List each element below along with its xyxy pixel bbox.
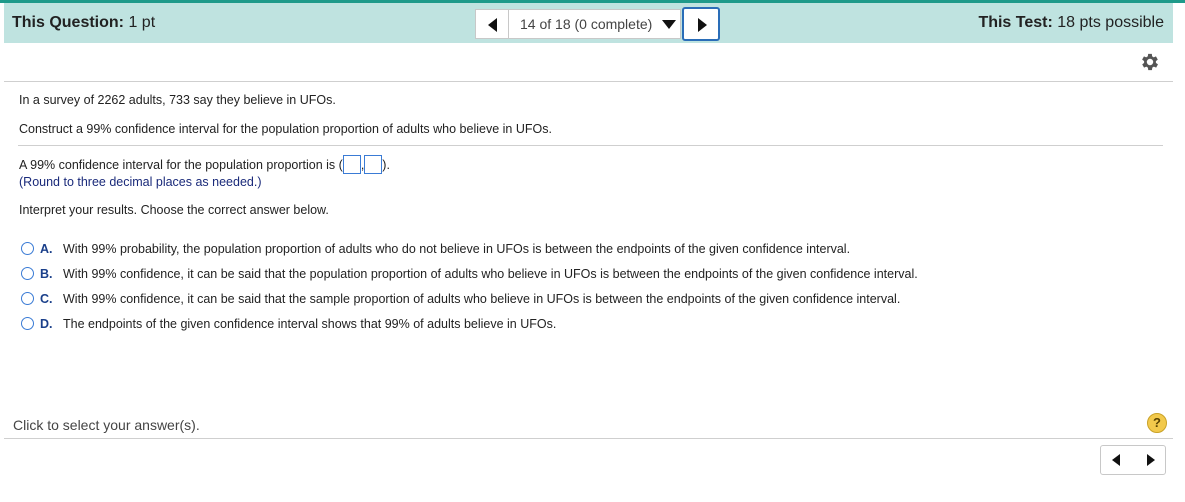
radio-button[interactable]	[21, 317, 34, 330]
radio-button[interactable]	[21, 242, 34, 255]
radio-button[interactable]	[21, 292, 34, 305]
choice-d[interactable]: D. The endpoints of the given confidence …	[21, 317, 556, 331]
status-message: Click to select your answer(s).	[13, 417, 200, 433]
question-text-survey: In a survey of 2262 adults, 733 say they…	[19, 93, 336, 107]
choice-a[interactable]: A. With 99% probability, the population p…	[21, 242, 850, 256]
question-select-label: 14 of 18 (0 complete)	[520, 16, 653, 32]
divider	[18, 145, 1163, 146]
question-header-bar: This Question: 1 pt 14 of 18 (0 complete…	[4, 3, 1173, 43]
help-icon[interactable]: ?	[1147, 413, 1167, 433]
caret-down-icon	[662, 20, 676, 29]
triangle-right-icon[interactable]	[1134, 446, 1166, 474]
triangle-left-icon[interactable]	[1101, 446, 1133, 474]
gear-icon[interactable]	[1139, 51, 1161, 73]
choice-b[interactable]: B. With 99% confidence, it can be said th…	[21, 267, 918, 281]
question-select-dropdown[interactable]: 14 of 18 (0 complete)	[509, 9, 681, 39]
upper-bound-input[interactable]	[364, 155, 383, 174]
lower-bound-input[interactable]	[342, 155, 361, 174]
radio-button[interactable]	[21, 267, 34, 280]
divider	[4, 81, 1173, 82]
question-text-task: Construct a 99% confidence interval for …	[19, 122, 552, 136]
interpret-prompt: Interpret your results. Choose the corre…	[19, 203, 329, 217]
choice-c[interactable]: C. With 99% confidence, it can be said th…	[21, 292, 900, 306]
next-question-button[interactable]	[682, 7, 720, 41]
divider	[4, 438, 1173, 439]
rounding-hint: (Round to three decimal places as needed…	[19, 175, 262, 189]
bottom-pager	[1100, 445, 1166, 475]
question-points: This Question: 1 pt	[12, 14, 156, 31]
interval-answer-line: A 99% confidence interval for the popula…	[19, 155, 390, 174]
previous-question-button[interactable]	[475, 9, 509, 39]
test-points: This Test: 18 pts possible	[978, 14, 1164, 31]
